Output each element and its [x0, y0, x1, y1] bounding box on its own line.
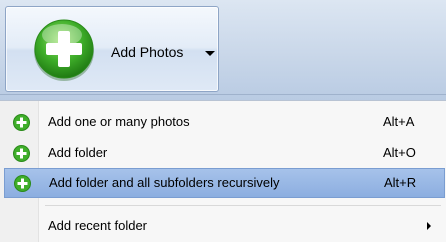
menu-item-shortcut: Alt+O [383, 145, 416, 160]
menu-item-label: Add recent folder [48, 218, 148, 233]
green-plus-icon [34, 19, 94, 81]
add-photos-label: Add Photos [111, 44, 184, 60]
menu-item-label: Add folder and all subfolders recursivel… [49, 175, 280, 190]
menu-item-shortcut: Alt+R [384, 175, 417, 190]
menu-item-add-photos[interactable]: Add one or many photos Alt+A [0, 107, 446, 137]
add-photos-button[interactable]: Add Photos [5, 6, 219, 92]
menu-item-shortcut: Alt+A [383, 114, 415, 129]
add-photos-menu: Add one or many photos Alt+A Add folder … [0, 100, 446, 242]
menu-item-add-folder[interactable]: Add folder Alt+O [0, 138, 446, 168]
menu-item-add-recent-folder[interactable]: Add recent folder [0, 211, 446, 241]
toolbar: Add Photos [0, 0, 446, 100]
menu-separator [45, 205, 441, 206]
menu-item-label: Add folder [48, 145, 108, 160]
menu-item-label: Add one or many photos [48, 114, 190, 129]
menu-item-add-folder-recursive[interactable]: Add folder and all subfolders recursivel… [4, 168, 445, 198]
green-plus-icon [13, 145, 30, 162]
green-plus-icon [13, 114, 30, 131]
green-plus-icon [14, 175, 31, 192]
toolbar-divider [0, 94, 446, 95]
submenu-arrow-icon [427, 222, 431, 230]
chevron-down-icon[interactable] [205, 51, 215, 56]
